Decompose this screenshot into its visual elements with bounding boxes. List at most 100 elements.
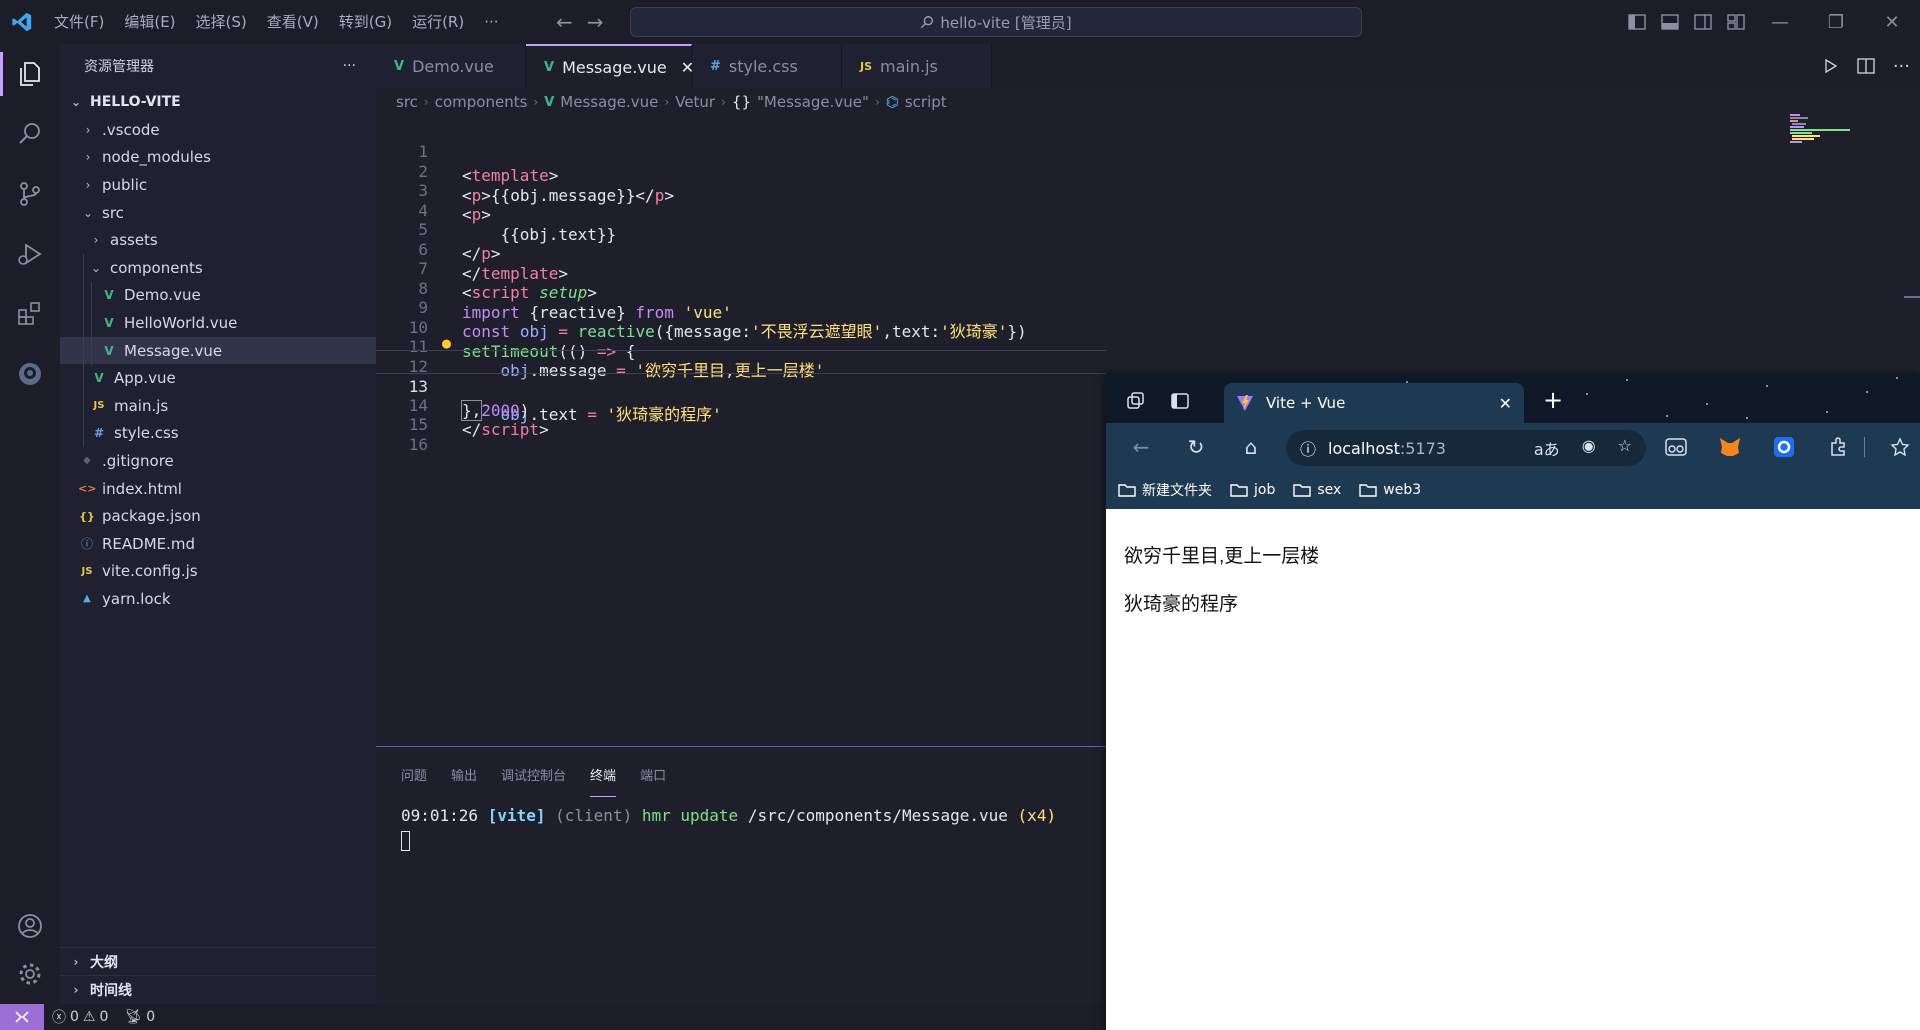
tree-item-yarn-lock[interactable]: ▲ yarn.lock [60,585,376,613]
code-editor[interactable]: 1 <template> 2 <p>{{obj.message}}</p> 3 … [376,116,1106,746]
settings-gear-icon[interactable] [0,944,60,1004]
bookmark-folder[interactable]: web3 [1359,482,1421,498]
address-bar[interactable]: ⓘ localhost:5173 aあ ◉ ☆ [1286,430,1646,466]
browser-back-icon[interactable]: ← [1121,427,1161,467]
tree-item-vite-config-js[interactable]: JS vite.config.js [60,558,376,586]
remote-indicator-icon[interactable] [0,1004,44,1030]
minimap[interactable] [1790,114,1854,144]
source-control-icon[interactable] [0,164,60,224]
read-aloud-icon[interactable]: aあ [1534,436,1560,460]
tree-item-label: yarn.lock [102,589,171,608]
explorer-more-button[interactable]: ··· [343,58,356,74]
menu-run[interactable]: 运行(R) [402,0,474,44]
tree-item-app-vue[interactable]: V App.vue [60,364,376,392]
remote-explorer-icon[interactable] [0,344,60,404]
menu-edit[interactable]: 编辑(E) [114,0,185,44]
home-icon[interactable]: ⌂ [1231,427,1271,467]
menu-file[interactable]: 文件(F) [44,0,114,44]
ports-status[interactable]: 📡︎ 0 [116,1009,163,1025]
bookmark-folder[interactable]: 新建文件夹 [1118,480,1212,500]
refresh-icon[interactable]: ↻ [1176,427,1216,467]
tab-output[interactable]: 输出 [451,765,477,797]
close-window-icon[interactable]: ✕ [1864,0,1920,44]
menu-go[interactable]: 转到(G) [329,0,402,44]
customize-layout-icon[interactable] [1719,0,1752,44]
timeline-section[interactable]: › 时间线 [60,975,376,1003]
problems-status[interactable]: ⓧ 0 ⚠ 0 [44,1007,116,1027]
run-icon[interactable] [1823,58,1839,74]
tab-style-css[interactable]: # style.css [692,44,842,88]
vue-file-icon: V [544,59,555,75]
extension-glasses-icon[interactable] [1662,433,1690,461]
favorites-icon[interactable] [1886,433,1914,461]
outline-section[interactable]: › 大纲 [60,947,376,975]
tab-actions-icon[interactable] [1168,389,1192,413]
tree-item-components[interactable]: ⌄ components [60,254,376,282]
breadcrumb-components[interactable]: components [435,93,528,111]
tree-item-node-modules[interactable]: › node_modules [60,144,376,172]
breadcrumb-vetur[interactable]: Vetur [675,93,715,111]
back-arrow-icon[interactable]: ← [556,10,573,34]
search-view-icon[interactable] [0,104,60,164]
forward-arrow-icon[interactable]: → [587,10,604,34]
site-info-icon[interactable]: ⓘ [1300,436,1316,460]
warning-icon: ⚠ [82,1009,96,1025]
tree-item-gitignore[interactable]: ◆ .gitignore [60,447,376,475]
metamask-fox-icon[interactable] [1716,433,1744,461]
close-browser-tab-icon[interactable]: ✕ [1499,394,1512,413]
menu-view[interactable]: 查看(V) [257,0,329,44]
browser-tab-active[interactable]: Vite + Vue ✕ [1224,383,1524,423]
more-actions-icon[interactable]: ··· [1893,56,1910,77]
tab-label: Demo.vue [412,56,494,76]
tab-message-vue[interactable]: V Message.vue ✕ [526,44,694,88]
split-editor-icon[interactable] [1857,58,1875,74]
minimize-icon[interactable]: — [1752,0,1808,44]
menu-selection[interactable]: 选择(S) [186,0,257,44]
tree-item-index-html[interactable]: <> index.html [60,475,376,503]
breadcrumb-separator-icon: › [533,95,539,109]
extensions-icon[interactable] [0,284,60,344]
tab-debug-console[interactable]: 调试控制台 [501,765,566,797]
workspaces-icon[interactable] [1124,389,1148,413]
tree-item-main-js[interactable]: JS main.js [60,392,376,420]
tree-item-package-json[interactable]: {} package.json [60,502,376,530]
extension-blue-circle-icon[interactable] [1770,433,1798,461]
bookmark-folder[interactable]: sex [1293,482,1341,498]
tree-item-src[interactable]: ⌄ src [60,199,376,227]
tree-item-vscode[interactable]: › .vscode [60,116,376,144]
toggle-primary-sidebar-icon[interactable] [1620,0,1653,44]
breadcrumb-src[interactable]: src [396,93,418,111]
breadcrumb-file[interactable]: Message.vue [560,93,658,111]
browser-window: Vite + Vue ✕ + ← ↻ ⌂ ⓘ localhost:5173 aあ… [1106,373,1920,1030]
maximize-icon[interactable]: ❐ [1808,0,1864,44]
extensions-puzzle-icon[interactable] [1824,433,1852,461]
breadcrumb-object[interactable]: "Message.vue" [757,93,869,111]
explorer-icon[interactable] [0,44,60,104]
breadcrumb-script[interactable]: script [905,93,947,111]
run-debug-icon[interactable] [0,224,60,284]
indent-guide [83,254,84,447]
menu-more[interactable]: ··· [474,0,508,44]
tab-ports[interactable]: 端口 [640,765,666,797]
tree-item-demo-vue[interactable]: V Demo.vue [60,282,376,310]
tab-demo-vue[interactable]: V Demo.vue [376,44,526,88]
edge-icon[interactable]: ◉ [1582,436,1596,460]
tree-item-message-vue[interactable]: V Message.vue [60,336,376,365]
new-tab-button[interactable]: + [1536,383,1570,417]
tree-item-helloworld-vue[interactable]: V HelloWorld.vue [60,309,376,337]
tree-item-readme-md[interactable]: ⓘ README.md [60,530,376,558]
tree-item-style-css[interactable]: # style.css [60,420,376,448]
tree-item-assets[interactable]: › assets [60,226,376,254]
toggle-panel-icon[interactable] [1653,0,1686,44]
toolbar-divider [1864,437,1865,457]
command-center-search[interactable]: hello-vite [管理员] [630,7,1362,37]
tab-problems[interactable]: 问题 [401,765,427,797]
workspace-root[interactable]: ⌄ HELLO-VITE [60,88,376,116]
toggle-secondary-sidebar-icon[interactable] [1686,0,1719,44]
favorite-star-icon[interactable]: ☆ [1618,436,1632,460]
tab-main-js[interactable]: JS main.js [842,44,992,88]
tab-terminal[interactable]: 终端 [590,765,617,797]
bookmark-folder[interactable]: job [1230,482,1275,498]
tree-item-public[interactable]: › public [60,171,376,199]
terminal[interactable]: 09:01:26 [vite] (client) hmr update /src… [376,797,1106,857]
